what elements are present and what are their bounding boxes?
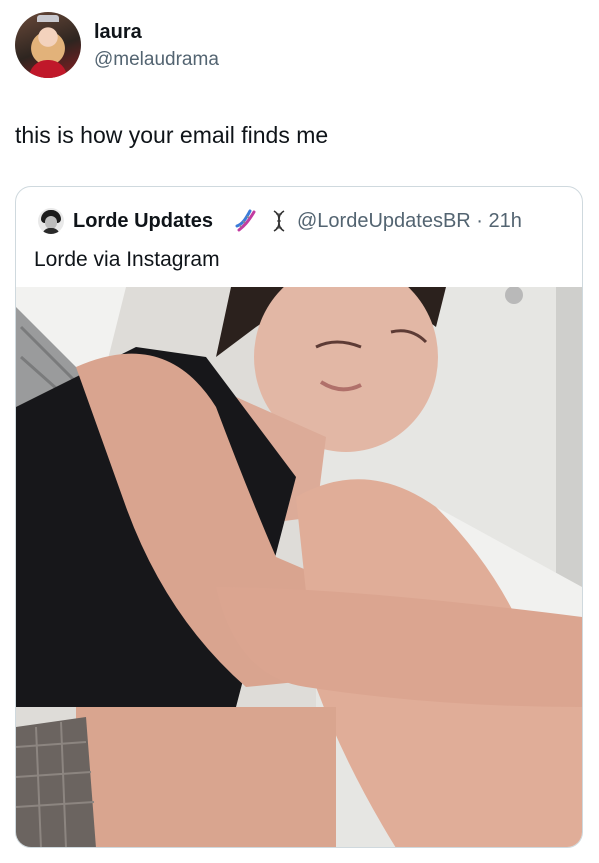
quoted-author-avatar[interactable] xyxy=(38,208,64,234)
quoted-handle-and-time[interactable]: @LordeUpdatesBR · 21h xyxy=(297,208,522,234)
dna-outline-emoji-icon xyxy=(273,210,285,232)
crown-icon xyxy=(37,15,59,22)
avatar-dress xyxy=(29,60,67,78)
quoted-tweet-photo[interactable] xyxy=(16,287,582,847)
quoted-tweet-card[interactable]: Lorde Updates @LordeUpdatesBR · 21h Lord… xyxy=(15,186,583,848)
tweet[interactable]: laura @melaudrama this is how your email… xyxy=(0,0,599,863)
avatar-body xyxy=(42,228,60,234)
photo-illustration xyxy=(16,287,582,847)
quoted-author-name[interactable]: Lorde Updates xyxy=(73,208,213,234)
dna-emoji-icon xyxy=(235,209,256,232)
tweet-text: this is how your email finds me xyxy=(15,122,329,148)
author-display-name[interactable]: laura xyxy=(94,20,142,44)
quoted-tweet-text: Lorde via Instagram xyxy=(34,248,220,271)
author-handle[interactable]: @melaudrama xyxy=(94,48,219,72)
author-avatar[interactable] xyxy=(15,12,81,78)
